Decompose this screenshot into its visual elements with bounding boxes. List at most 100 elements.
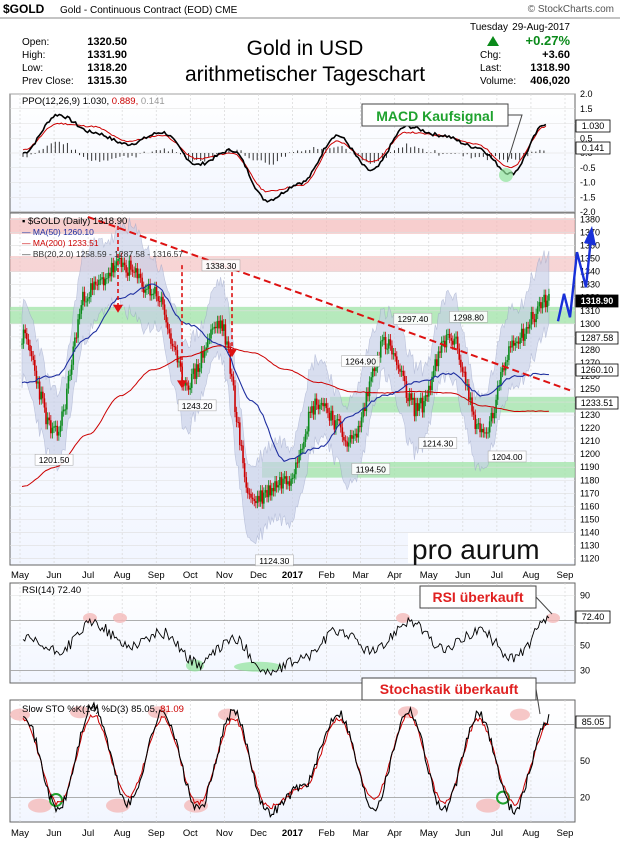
price-candle-body xyxy=(397,365,400,369)
quote-label: Volume: xyxy=(480,76,516,87)
rsi-right-label: 72.40 xyxy=(582,612,605,622)
price-candle-body xyxy=(450,338,453,341)
price-candle-body xyxy=(514,342,517,346)
price-candle-body xyxy=(269,485,272,496)
price-candle-body xyxy=(389,339,392,346)
rsi-overbought-marker xyxy=(113,613,127,623)
price-candle-body xyxy=(301,448,304,450)
price-candle-body xyxy=(263,492,265,504)
watermark: © StockCharts.com xyxy=(528,4,614,15)
sto-x-tick: Feb xyxy=(318,828,334,839)
price-candle-body xyxy=(149,283,151,296)
price-y-tick: 1190 xyxy=(580,462,599,472)
ppo-y-tick: -1.5 xyxy=(580,192,596,202)
ppo-y-tick: 1.5 xyxy=(580,104,593,114)
price-candle-body xyxy=(511,340,513,348)
price-candle-body xyxy=(245,477,248,488)
price-candle-body xyxy=(402,370,404,376)
price-candle-body xyxy=(386,348,388,350)
quote-label: Low: xyxy=(22,63,43,74)
price-candle-body xyxy=(399,368,401,372)
ppo-right-label: 0.141 xyxy=(582,143,605,153)
price-candle-body xyxy=(452,340,454,345)
quote-label: Last: xyxy=(480,63,502,74)
price-y-tick: 1200 xyxy=(580,449,600,459)
quote-value: 1320.50 xyxy=(87,36,127,48)
price-candle-body xyxy=(66,388,68,410)
price-candle-body xyxy=(138,273,140,279)
price-candle-body xyxy=(370,377,372,382)
sto-x-tick: Dec xyxy=(250,828,267,839)
price-candle-body xyxy=(543,294,545,303)
price-candle-body xyxy=(234,385,236,413)
price-candle-body xyxy=(123,262,126,266)
price-candle-body xyxy=(88,297,91,299)
price-candle-body xyxy=(272,488,275,492)
price-candle-body xyxy=(447,333,449,335)
price-candle-body xyxy=(226,341,228,345)
price-candle-body xyxy=(216,320,219,329)
price-candle-body xyxy=(35,370,38,384)
price-candle-body xyxy=(271,488,273,496)
price-candle-body xyxy=(114,265,116,273)
price-candle-body xyxy=(336,419,339,421)
price-candle-body xyxy=(395,356,398,366)
price-candle-body xyxy=(192,368,195,374)
price-legend-ma50: — MA(50) 1260.10 xyxy=(22,227,94,237)
price-candle-body xyxy=(224,324,227,345)
price-candle-body xyxy=(32,356,35,360)
sto-annotation: Stochastik überkauft xyxy=(380,681,519,697)
price-candle-body xyxy=(319,404,321,410)
price-candle-body xyxy=(101,277,103,280)
price-candle-body xyxy=(261,490,264,504)
price-candle-body xyxy=(283,476,286,479)
price-candle-body xyxy=(453,338,456,345)
price-candle-body xyxy=(126,272,129,276)
price-candle-body xyxy=(423,400,425,413)
price-candle-body xyxy=(288,481,291,486)
ppo-y-tick: -0.5 xyxy=(580,163,596,173)
price-candle-body xyxy=(536,306,539,314)
price-y-tick: 1170 xyxy=(580,488,599,498)
price-candle-body xyxy=(131,269,134,272)
price-candle-body xyxy=(346,441,348,447)
sto-oversold-marker xyxy=(28,798,52,813)
price-candle-body xyxy=(391,345,393,355)
price-candle-body xyxy=(247,487,249,494)
price-candle-body xyxy=(530,311,533,325)
price-x-tick: Sep xyxy=(148,570,165,581)
price-candle-body xyxy=(170,333,172,344)
price-candle-body xyxy=(178,361,180,363)
price-candle-body xyxy=(150,294,153,296)
sto-legend: Slow STO %K(14) %D(3) 85.05, 81.09 xyxy=(22,704,184,715)
price-candle-body xyxy=(112,262,115,273)
price-candle-body xyxy=(171,343,174,347)
price-candle-body xyxy=(331,410,334,421)
price-candle-body xyxy=(29,344,31,352)
price-candle-body xyxy=(45,407,47,425)
price-y-tick: 1140 xyxy=(580,527,599,537)
sto-x-tick: Aug xyxy=(522,828,539,839)
price-candle-body xyxy=(223,324,225,331)
price-candle-body xyxy=(53,426,55,428)
peak-label: 1124.30 xyxy=(259,556,289,566)
price-candle-body xyxy=(157,296,159,302)
price-candle-body xyxy=(349,435,352,443)
sto-right-label: 85.05 xyxy=(582,717,605,727)
price-candle-body xyxy=(259,490,262,502)
price-candle-body xyxy=(255,501,257,504)
price-candle-body xyxy=(472,411,475,415)
peak-label: 1204.00 xyxy=(492,452,523,462)
price-x-tick: Sep xyxy=(557,570,574,581)
price-candle-body xyxy=(424,395,427,401)
price-candle-body xyxy=(315,398,318,405)
price-candle-body xyxy=(72,346,75,365)
price-candle-body xyxy=(194,368,196,379)
price-candle-body xyxy=(325,403,328,409)
price-candle-body xyxy=(173,346,175,348)
price-candle-body xyxy=(83,291,86,302)
quote-value: 1315.30 xyxy=(87,75,127,87)
ppo-annotation: MACD Kaufsignal xyxy=(376,108,493,124)
price-candle-body xyxy=(330,410,332,421)
price-y-tick: 1330 xyxy=(580,280,600,290)
